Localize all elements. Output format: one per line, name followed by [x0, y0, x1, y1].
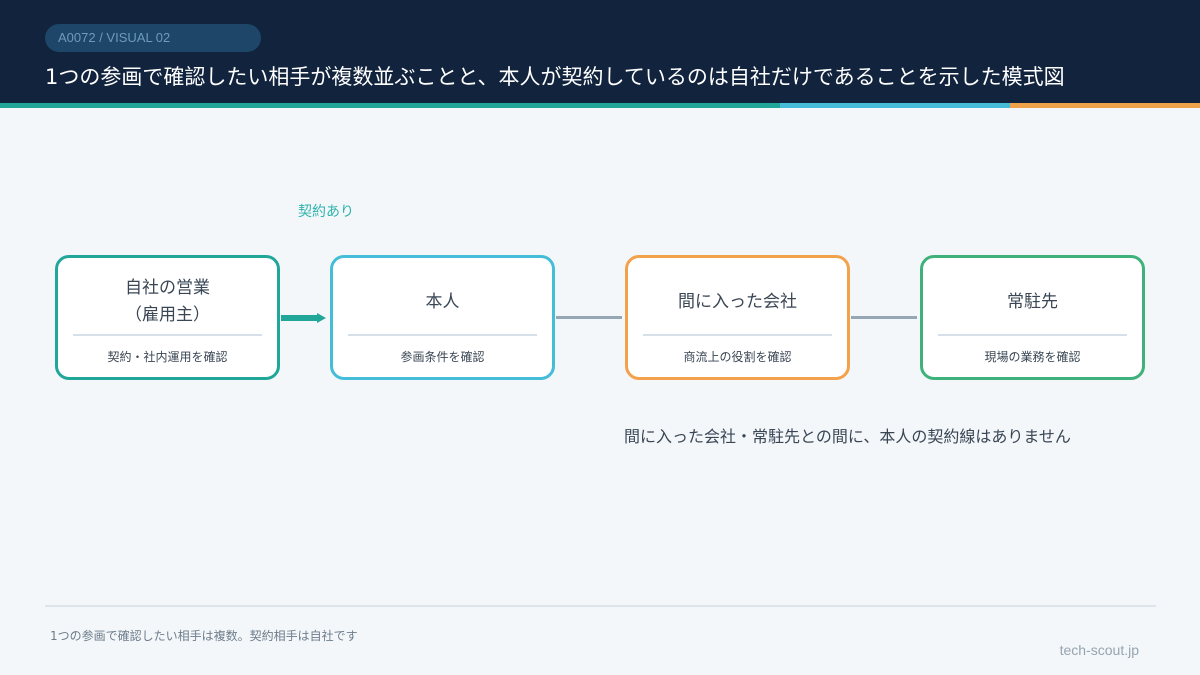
brand-label: tech-scout.jp [1059, 642, 1139, 658]
node-divider [938, 334, 1127, 336]
connector-person-intermediary [556, 316, 622, 319]
header-bar: A0072 / VISUAL 02 1つの参画で確認したい相手が複数並ぶことと、… [0, 0, 1200, 103]
node-person: 本人 参画条件を確認 [330, 255, 555, 380]
node-subtext: 参画条件を確認 [400, 350, 485, 364]
node-divider [73, 334, 262, 336]
node-intermediary-company: 間に入った会社 商流上の役割を確認 [625, 255, 850, 380]
node-subtext: 契約・社内運用を確認 [107, 350, 228, 364]
contract-label: 契約あり [298, 204, 354, 220]
node-name: 本人 [425, 291, 460, 312]
connector-intermediary-client [851, 316, 917, 319]
footer-divider [45, 605, 1156, 607]
node-subtext: 現場の業務を確認 [984, 350, 1081, 364]
node-employer-sales: 自社の営業 （雇用主） 契約・社内運用を確認 [55, 255, 280, 380]
accent-stripe-orange [1010, 103, 1200, 108]
node-name: 常駐先 [1007, 291, 1058, 312]
node-client-site: 常駐先 現場の業務を確認 [920, 255, 1145, 380]
visual-id-tag: A0072 / VISUAL 02 [45, 24, 261, 52]
node-subtext: 商流上の役割を確認 [683, 350, 792, 364]
node-name: 間に入った会社 [678, 291, 797, 312]
contract-arrow-line [281, 315, 319, 321]
footer-caption: 1つの参画で確認したい相手は複数。契約相手は自社です [50, 629, 358, 643]
accent-stripe-teal [0, 103, 780, 108]
node-divider [348, 334, 537, 336]
contract-arrow-head [317, 313, 326, 323]
node-name: 自社の営業 （雇用主） [125, 278, 210, 325]
node-divider [643, 334, 832, 336]
accent-stripe-blue [780, 103, 1010, 108]
diagram-note: 間に入った会社・常駐先との間に、本人の契約線はありません [624, 427, 1071, 446]
page-title: 1つの参画で確認したい相手が複数並ぶことと、本人が契約しているのは自社だけである… [45, 65, 1065, 89]
